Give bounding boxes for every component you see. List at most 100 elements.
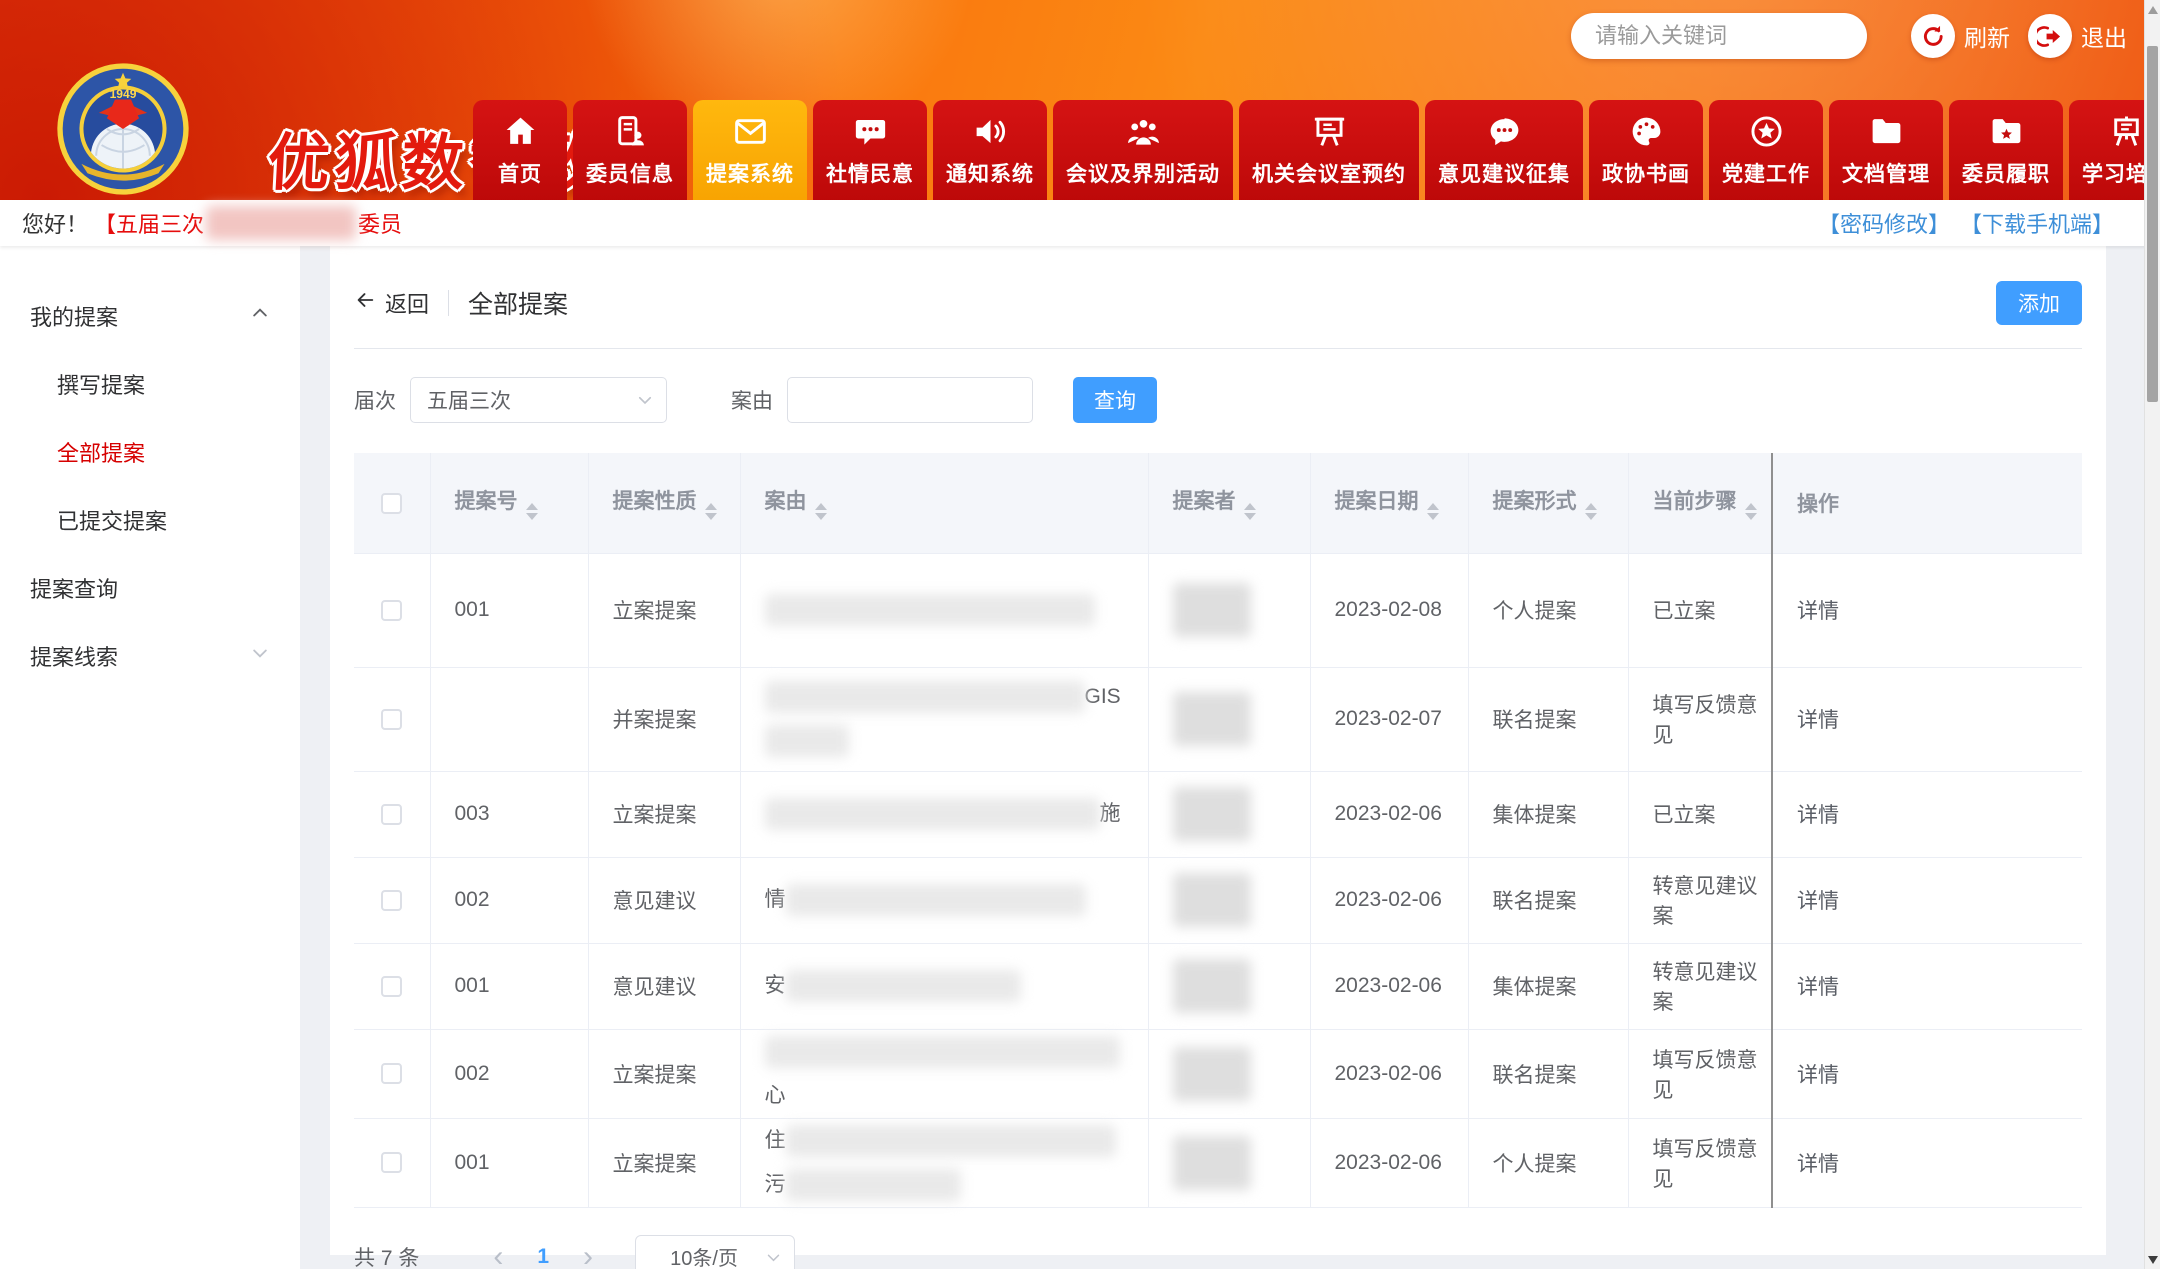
cell-current-step: 转意见建议案 xyxy=(1628,943,1772,1029)
detail-link[interactable]: 详情 xyxy=(1797,1064,1839,1087)
redacted-member-name xyxy=(206,206,356,240)
training-icon xyxy=(2108,112,2145,150)
cell-proposal-no xyxy=(430,667,588,771)
row-checkbox[interactable] xyxy=(381,600,402,621)
cell-date: 2023-02-06 xyxy=(1310,1118,1468,1207)
cell-form: 联名提案 xyxy=(1468,667,1628,771)
content-card: 返回 全部提案 添加 届次 五届三次 案由 查询 xyxy=(330,246,2106,1255)
nav-item[interactable]: 机关会议室预约 xyxy=(1239,100,1419,200)
sort-carets-icon[interactable] xyxy=(526,503,538,520)
row-checkbox[interactable] xyxy=(381,890,402,911)
column-header-date[interactable]: 提案日期 xyxy=(1310,453,1468,553)
prev-page-button[interactable]: ‹ xyxy=(493,1242,503,1269)
chevron-down-icon xyxy=(250,643,270,669)
refresh-label: 刷新 xyxy=(1964,19,2010,53)
detail-link[interactable]: 详情 xyxy=(1797,890,1839,913)
detail-link[interactable]: 详情 xyxy=(1797,976,1839,999)
row-checkbox[interactable] xyxy=(381,1152,402,1173)
detail-link[interactable]: 详情 xyxy=(1797,804,1839,827)
sidebar-item[interactable]: 提案线索 xyxy=(0,622,300,690)
term-select[interactable]: 五届三次 xyxy=(410,377,667,423)
cell-proposal-no: 002 xyxy=(430,857,588,943)
column-header-no[interactable]: 提案号 xyxy=(430,453,588,553)
cell-proposer xyxy=(1148,857,1310,943)
logout-label: 退出 xyxy=(2081,19,2127,53)
nav-item[interactable]: 委员履职 xyxy=(1949,100,2063,200)
nav-item[interactable]: 文档管理 xyxy=(1829,100,1943,200)
toolbar: 返回 全部提案 添加 xyxy=(354,280,2082,326)
cell-current-step: 已立案 xyxy=(1628,553,1772,667)
nav-label: 文档管理 xyxy=(1842,158,1930,188)
redacted-subject-text xyxy=(765,1036,1120,1068)
sort-carets-icon[interactable] xyxy=(1585,503,1597,520)
nav-item[interactable]: 政协书画 xyxy=(1589,100,1703,200)
page-scrollbar[interactable] xyxy=(2144,0,2160,1269)
row-checkbox[interactable] xyxy=(381,709,402,730)
proposal-table: 提案号提案性质案由提案者提案日期提案形式当前步骤操作 001 立案提案 2023… xyxy=(354,453,2082,1208)
sidebar-item[interactable]: 全部提案 xyxy=(0,418,300,486)
nav-label: 社情民意 xyxy=(826,158,914,188)
row-checkbox[interactable] xyxy=(381,804,402,825)
nav-item[interactable]: 党建工作 xyxy=(1709,100,1823,200)
sort-carets-icon[interactable] xyxy=(1745,503,1757,520)
column-header-step[interactable]: 当前步骤 xyxy=(1628,453,1772,553)
cell-subject: 住污 xyxy=(740,1118,1148,1207)
cell-form: 集体提案 xyxy=(1468,771,1628,857)
emblem-year: 1949 xyxy=(110,87,137,101)
redacted-subject-text xyxy=(786,1169,961,1201)
table-row: 并案提案 GIS 2023-02-07 联名提案 填写反馈意见 详情 xyxy=(354,667,2082,771)
detail-link[interactable]: 详情 xyxy=(1797,709,1839,732)
sidebar-item-label: 全部提案 xyxy=(57,436,145,468)
scrollbar-thumb[interactable] xyxy=(2147,46,2158,402)
sort-carets-icon[interactable] xyxy=(1427,503,1439,520)
sidebar-item[interactable]: 我的提案 xyxy=(0,282,300,350)
logout-button[interactable]: 退出 xyxy=(2028,12,2127,60)
change-password-link[interactable]: 【密码修改】 xyxy=(1818,207,1950,239)
sidebar-item[interactable]: 提案查询 xyxy=(0,554,300,622)
sort-carets-icon[interactable] xyxy=(1244,503,1256,520)
cell-proposal-no: 003 xyxy=(430,771,588,857)
search-input[interactable] xyxy=(1595,23,1883,49)
member-info-icon xyxy=(612,112,649,150)
nav-item[interactable]: 委员信息 xyxy=(573,100,687,200)
refresh-button[interactable]: 刷新 xyxy=(1911,12,2010,60)
search-button[interactable]: 查询 xyxy=(1073,377,1157,423)
nav-item[interactable]: 会议及界别活动 xyxy=(1053,100,1233,200)
subject-input[interactable] xyxy=(787,377,1033,423)
page-size-select[interactable]: 10条/页 xyxy=(635,1235,795,1269)
nav-item[interactable]: 意见建议征集 xyxy=(1425,100,1583,200)
scroll-up-arrow-icon[interactable] xyxy=(2148,6,2158,14)
nav-item[interactable]: 通知系统 xyxy=(933,100,1047,200)
logout-icon xyxy=(2028,14,2072,58)
detail-link[interactable]: 详情 xyxy=(1797,600,1839,623)
column-header-form[interactable]: 提案形式 xyxy=(1468,453,1628,553)
back-button[interactable]: 返回 xyxy=(354,287,429,319)
column-header-nature[interactable]: 提案性质 xyxy=(588,453,740,553)
column-header-proposer[interactable]: 提案者 xyxy=(1148,453,1310,553)
cell-date: 2023-02-06 xyxy=(1310,857,1468,943)
meeting-activity-icon xyxy=(1125,112,1162,150)
next-page-button[interactable]: › xyxy=(583,1242,593,1269)
nav-label: 机关会议室预约 xyxy=(1252,158,1406,188)
sidebar-item[interactable]: 撰写提案 xyxy=(0,350,300,418)
row-checkbox[interactable] xyxy=(381,1063,402,1084)
column-header-subject[interactable]: 案由 xyxy=(740,453,1148,553)
redacted-proposer xyxy=(1173,1047,1251,1101)
select-all-checkbox[interactable] xyxy=(381,493,402,514)
sidebar-item-label: 已提交提案 xyxy=(57,504,167,536)
scroll-down-arrow-icon[interactable] xyxy=(2148,1256,2158,1264)
sidebar-item[interactable]: 已提交提案 xyxy=(0,486,300,554)
nav-item[interactable]: 首页 xyxy=(473,100,567,200)
sort-carets-icon[interactable] xyxy=(815,503,827,520)
total-count: 共 7 条 xyxy=(354,1242,419,1269)
current-page[interactable]: 1 xyxy=(537,1245,549,1269)
nav-item[interactable]: 社情民意 xyxy=(813,100,927,200)
add-button[interactable]: 添加 xyxy=(1996,281,2082,325)
cell-subject: 情 xyxy=(740,857,1148,943)
notification-icon xyxy=(972,112,1009,150)
nav-item[interactable]: 提案系统 xyxy=(693,100,807,200)
download-app-link[interactable]: 【下载手机端】 xyxy=(1960,207,2114,239)
row-checkbox[interactable] xyxy=(381,976,402,997)
detail-link[interactable]: 详情 xyxy=(1797,1153,1839,1176)
sort-carets-icon[interactable] xyxy=(705,503,717,520)
